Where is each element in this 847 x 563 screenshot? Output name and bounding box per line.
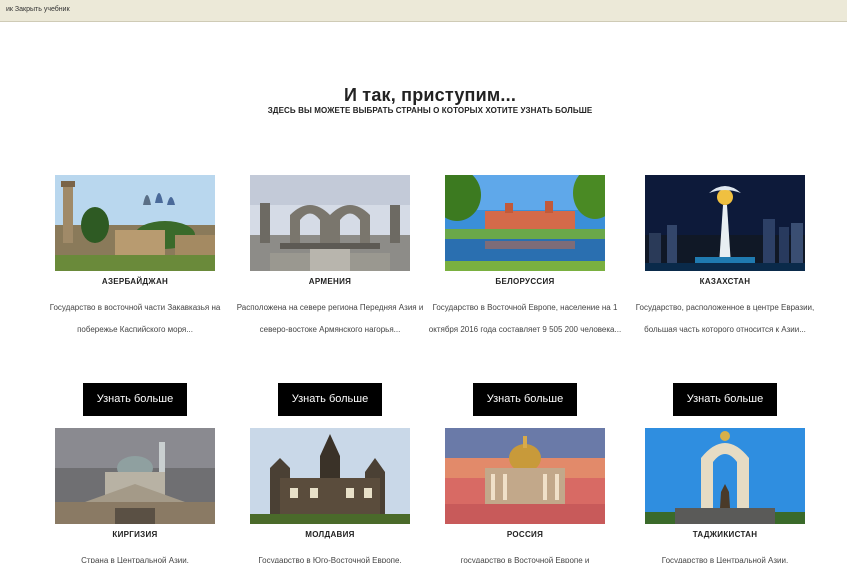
tajikistan-image[interactable] xyxy=(645,428,805,524)
country-description: Государство в Юго-Восточной Европе. xyxy=(258,556,402,563)
learn-more-button-armenia[interactable]: Узнать больше xyxy=(278,383,382,416)
country-name: КИРГИЗИЯ xyxy=(112,530,158,539)
learn-more-button-azerbaijan[interactable]: Узнать больше xyxy=(83,383,187,416)
country-description: Государство, расположенное в центре Евра… xyxy=(635,303,815,334)
country-description: Государство в восточной части Закавказья… xyxy=(49,303,221,334)
russia-photo xyxy=(445,428,605,524)
learn-more-button-belarus[interactable]: Узнать больше xyxy=(473,383,577,416)
kazakhstan-photo xyxy=(645,175,805,271)
country-name: ТАДЖИКИСТАН xyxy=(692,530,758,539)
kyrgyzstan-image[interactable] xyxy=(55,428,215,524)
armenia-photo xyxy=(250,175,410,271)
page-title: И так, приступим... xyxy=(343,85,517,105)
country-name: КАЗАХСТАН xyxy=(699,277,751,286)
moldova-image[interactable] xyxy=(250,428,410,524)
country-name: БЕЛОРУССИЯ xyxy=(495,277,555,286)
country-name: МОЛДАВИЯ xyxy=(305,530,355,539)
country-name: РОССИЯ xyxy=(506,530,544,539)
country-description: Расположена на севере региона Передняя А… xyxy=(236,303,424,334)
country-description: Государство в Восточной Европе, населени… xyxy=(428,303,622,334)
learn-more-button-kazakhstan[interactable]: Узнать больше xyxy=(673,383,777,416)
kazakhstan-image[interactable] xyxy=(645,175,805,271)
page-subtitle: ЗДЕСЬ ВЫ МОЖЕТЕ ВЫБРАТЬ СТРАНЫ О КОТОРЫХ… xyxy=(267,106,593,115)
close-tutorial-link[interactable]: ик Закрыть учебник xyxy=(6,6,70,13)
moldova-photo xyxy=(250,428,410,524)
page-header: И так, приступим... ЗДЕСЬ ВЫ МОЖЕТЕ ВЫБР… xyxy=(0,85,847,115)
russia-image[interactable] xyxy=(445,428,605,524)
country-name: АРМЕНИЯ xyxy=(308,277,352,286)
belarus-image[interactable] xyxy=(445,175,605,271)
kyrgyzstan-photo xyxy=(55,428,215,524)
window-toolbar: ик Закрыть учебник xyxy=(0,0,847,22)
country-description: Государство в Центральной Азии, xyxy=(661,556,789,563)
country-name: АЗЕРБАЙДЖАН xyxy=(101,277,169,286)
azerbaijan-image[interactable] xyxy=(55,175,215,271)
country-description: Страна в Центральной Азии, xyxy=(81,556,189,563)
armenia-image[interactable] xyxy=(250,175,410,271)
country-description: государство в Восточной Европе и xyxy=(460,556,590,563)
belarus-photo xyxy=(445,175,605,271)
tajikistan-photo xyxy=(645,428,805,524)
azerbaijan-photo xyxy=(55,175,215,271)
